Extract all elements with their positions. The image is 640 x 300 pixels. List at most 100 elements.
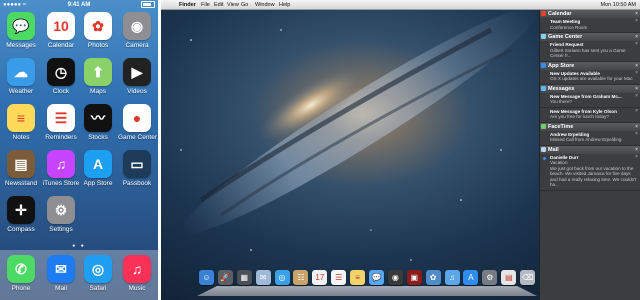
app-photos[interactable]: ✿ Photos xyxy=(79,12,117,49)
dock-app-safari[interactable]: ◎ Safari xyxy=(79,255,117,292)
app-videos[interactable]: ▶ Videos xyxy=(118,58,156,95)
menu-go[interactable]: Go xyxy=(241,2,248,8)
calendar-icon: 10 xyxy=(47,12,75,40)
dock-contacts-icon[interactable]: ☷ xyxy=(293,270,309,285)
dock-calendar-icon[interactable]: 17 xyxy=(312,270,328,285)
close-icon[interactable]: × xyxy=(635,10,638,18)
close-icon[interactable]: × xyxy=(635,18,638,25)
menu-help[interactable]: Help xyxy=(279,2,290,8)
dock-app-music[interactable]: ♫ Music xyxy=(118,255,156,292)
notification-body: Are you free for lunch today? xyxy=(550,114,609,119)
dock-launchpad-icon[interactable]: 🚀 xyxy=(217,270,233,285)
close-icon[interactable]: × xyxy=(635,70,638,77)
notification-center: Calendar × Team Meeting Conference Room × Gam… xyxy=(539,10,640,300)
dock-messages-icon[interactable]: 💬 xyxy=(369,270,384,285)
app-itunes-store[interactable]: ♫ iTunes Store xyxy=(42,150,80,187)
app-maps[interactable]: ⬆ Maps xyxy=(79,58,117,95)
notification-item[interactable]: Andrew Erpelding Missed Call from Andrew … xyxy=(540,131,640,146)
app-game-center[interactable]: ● Game Center xyxy=(118,104,158,141)
app-label: Game Center xyxy=(118,134,158,141)
app-label: Videos xyxy=(127,88,147,95)
notification-item[interactable]: Friend Request Gilbert Soriano has sent y… xyxy=(540,41,640,62)
close-icon[interactable]: × xyxy=(635,123,638,131)
dock-mail-icon[interactable]: ✉ xyxy=(255,270,271,285)
menu-window[interactable]: Window xyxy=(255,2,275,8)
dock-app-mail[interactable]: ✉ Mail xyxy=(42,255,80,292)
app-settings[interactable]: ⚙ Settings xyxy=(42,196,80,233)
photos-icon: ✿ xyxy=(84,12,112,40)
notification-item[interactable]: New Message from Graham Mc... You there? × xyxy=(540,93,640,108)
dock-iphoto-icon[interactable]: ✿ xyxy=(425,270,441,285)
stocks-icon: 〰 xyxy=(84,104,112,132)
nc-section-game-center: Game Center × xyxy=(540,33,640,41)
dock-mission-control-icon[interactable]: ▦ xyxy=(236,270,252,285)
notification-item[interactable]: New Updates Available OS X updates are av… xyxy=(540,70,640,85)
close-icon[interactable]: × xyxy=(635,108,638,115)
dock-finder-icon[interactable]: ☺ xyxy=(199,270,214,285)
notes-icon: ≡ xyxy=(7,104,35,132)
dock-system-preferences-icon[interactable]: ⚙ xyxy=(482,270,498,285)
menu-finder[interactable]: Finder xyxy=(179,2,196,8)
menu-bar-clock[interactable]: Mon 10:50 AM xyxy=(601,2,636,8)
menu-view[interactable]: View xyxy=(227,2,239,8)
ios-home-screen: ●●●●● ≈ 9:41 AM 💬 Messages 10 Calendar ✿ Phot… xyxy=(0,0,158,300)
menu-bar: Finder File Edit View Go Window Help Mon 10:50… xyxy=(161,0,640,10)
app-clock[interactable]: ◷ Clock xyxy=(42,58,80,95)
dock-photo-booth-icon[interactable]: ▣ xyxy=(406,270,422,285)
close-icon[interactable]: × xyxy=(635,41,638,48)
app-label: Mail xyxy=(55,285,67,292)
dock-documents-icon[interactable]: ▤ xyxy=(501,270,517,285)
close-icon[interactable]: × xyxy=(635,93,638,100)
app-messages[interactable]: 💬 Messages xyxy=(2,12,40,49)
app-notes[interactable]: ≡ Notes xyxy=(2,104,40,141)
close-icon[interactable]: × xyxy=(635,146,638,154)
dock-safari-icon[interactable]: ◎ xyxy=(274,270,290,285)
camera-icon: ◉ xyxy=(123,12,151,40)
app-label: Reminders xyxy=(45,134,77,141)
app-app-store[interactable]: A App Store xyxy=(79,150,117,187)
notification-item[interactable]: Danielle Durr Vacation We just got back f… xyxy=(540,154,640,191)
menu-file[interactable]: File xyxy=(201,2,210,8)
notification-body: Gilbert Soriano has sent you a Game Cent… xyxy=(550,47,626,59)
dock-trash-icon[interactable]: ⌫ xyxy=(520,270,536,285)
menu-edit[interactable]: Edit xyxy=(214,2,223,8)
messages-icon: 💬 xyxy=(7,12,35,40)
app-label: Safari xyxy=(89,285,107,292)
notification-item[interactable]: Team Meeting Conference Room × xyxy=(540,18,640,33)
phone-icon: ✆ xyxy=(7,255,35,283)
close-icon[interactable]: × xyxy=(635,85,638,93)
close-icon[interactable]: × xyxy=(635,131,638,138)
game-center-icon: ● xyxy=(123,104,151,132)
notification-body: Missed Call from Andrew Erpelding xyxy=(550,137,622,142)
app-label: Music xyxy=(128,285,146,292)
dock-reminders-icon[interactable]: ☰ xyxy=(331,270,347,285)
app-calendar[interactable]: 10 Calendar xyxy=(42,12,80,49)
nc-section-title: FaceTime xyxy=(548,123,574,130)
newsstand-icon: ▤ xyxy=(7,150,35,178)
close-icon[interactable]: × xyxy=(635,62,638,70)
app-stocks[interactable]: 〰 Stocks xyxy=(79,104,117,141)
close-icon[interactable]: × xyxy=(635,33,638,41)
dock-itunes-icon[interactable]: ♫ xyxy=(444,270,460,285)
dock-app-store-icon[interactable]: A xyxy=(463,270,479,285)
dock-app-phone[interactable]: ✆ Phone xyxy=(2,255,40,292)
app-passbook[interactable]: ▭ Passbook xyxy=(118,150,156,187)
nc-section-title: Mail xyxy=(548,146,559,153)
app-label: Photos xyxy=(87,42,109,49)
app-reminders[interactable]: ☰ Reminders xyxy=(42,104,80,141)
app-label: Clock xyxy=(52,88,70,95)
page-indicator[interactable]: ● ● xyxy=(0,243,158,249)
app-weather[interactable]: ☁ Weather xyxy=(2,58,40,95)
app-camera[interactable]: ◉ Camera xyxy=(118,12,156,49)
dock-notes-icon[interactable]: ≡ xyxy=(350,270,366,285)
app-compass[interactable]: ✛ Compass xyxy=(2,196,40,233)
notification-item[interactable]: New Message from Kyle Olson Are you free … xyxy=(540,108,640,123)
app-label: Passbook xyxy=(122,180,152,187)
app-label: App Store xyxy=(83,180,113,187)
app-newsstand[interactable]: ▤ Newsstand xyxy=(2,150,40,187)
app-label: iTunes Store xyxy=(42,180,80,187)
battery-icon xyxy=(141,1,155,8)
mac-dock: ☺ 🚀 ▦ ✉ ◎ ☷ 17 ☰ ≡ 💬 ◉ ▣ ✿ ♫ A ⚙ ▤ ⌫ xyxy=(197,270,537,296)
close-icon[interactable]: × xyxy=(635,154,638,161)
dock-facetime-icon[interactable]: ◉ xyxy=(387,270,403,285)
